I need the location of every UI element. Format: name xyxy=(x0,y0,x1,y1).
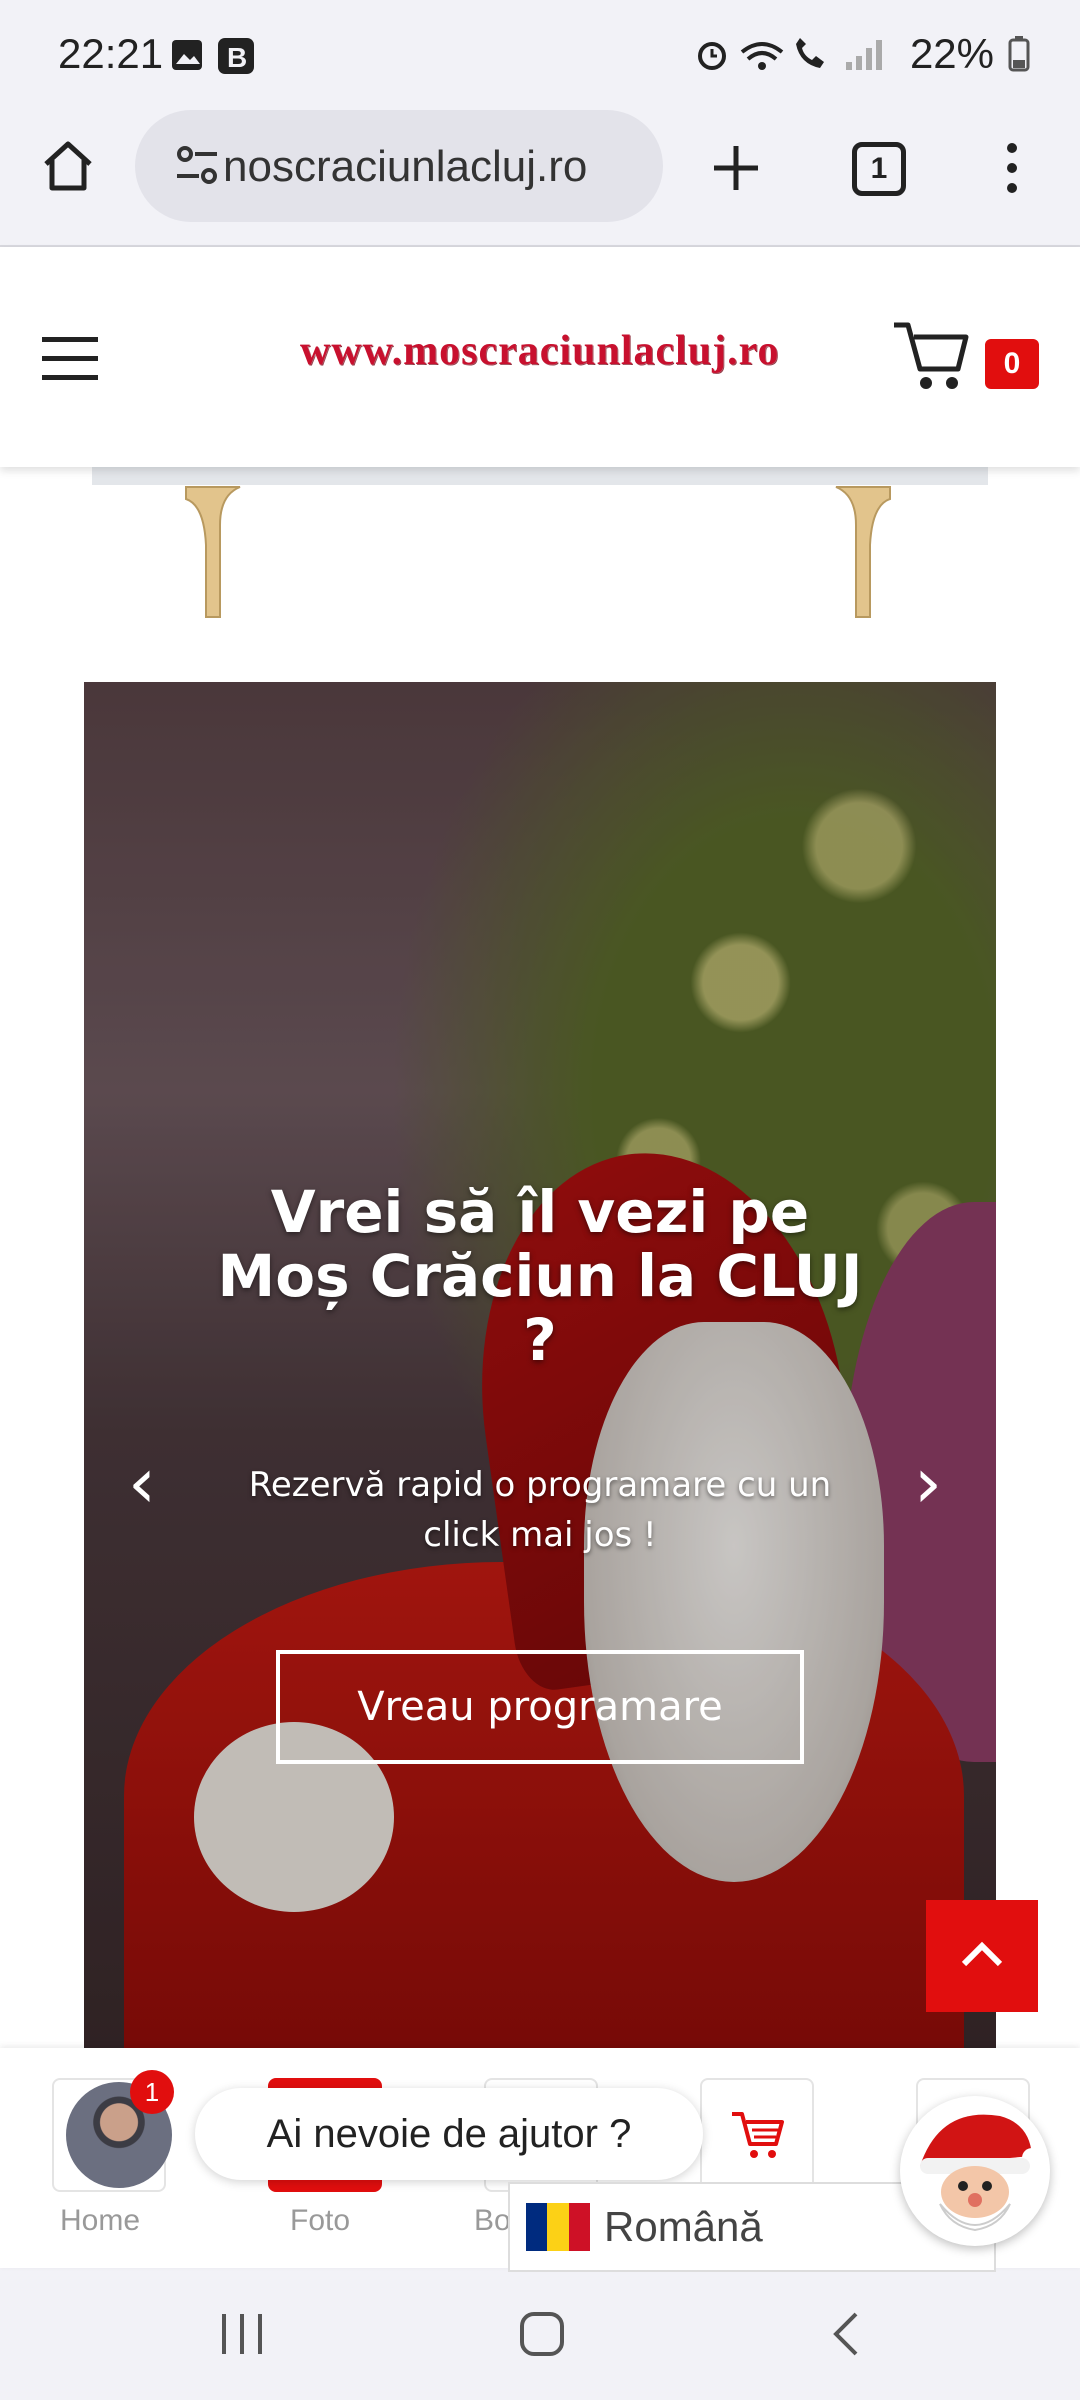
home-icon[interactable] xyxy=(40,138,96,194)
santa-face-icon xyxy=(920,2114,1042,2232)
hero-slider: Vrei să îl vezi pe Moș Crăciun la CLUJ ?… xyxy=(84,682,996,2048)
battery-icon xyxy=(1008,36,1030,72)
help-chat-bubble[interactable]: Ai nevoie de ajutor ? xyxy=(195,2088,703,2180)
book-appointment-button[interactable]: Vreau programare xyxy=(276,1650,804,1764)
home-button-icon[interactable] xyxy=(518,2310,566,2358)
svg-text:B: B xyxy=(227,42,247,73)
hamburger-menu-icon[interactable] xyxy=(40,335,100,383)
site-logo[interactable]: www.moscraciunlacluj.ro xyxy=(300,327,780,375)
wifi-call-icon xyxy=(795,38,824,68)
site-header: www.moscraciunlacluj.ro 0 xyxy=(0,247,1080,467)
chevron-up-icon xyxy=(961,1941,1003,1967)
nav-tile-shop[interactable] xyxy=(700,2078,814,2192)
santa-chat-widget[interactable] xyxy=(900,2096,1050,2246)
image-icon xyxy=(172,40,202,70)
bottom-navigation: 1 Home Foto Bo Ai nevoie de ajutor ? Rom… xyxy=(0,2048,1080,2272)
cart-icon[interactable] xyxy=(892,317,970,393)
recent-apps-icon[interactable] xyxy=(218,2312,266,2356)
battery-level: 22% xyxy=(909,30,994,77)
scroll-to-top-button[interactable] xyxy=(926,1900,1038,2012)
status-bar: 22:21 B 22% xyxy=(0,0,1080,110)
nav-label-foto[interactable]: Foto xyxy=(290,2204,350,2238)
address-bar[interactable]: noscraciunlacluj.ro xyxy=(135,110,663,222)
nav-label-home[interactable]: Home xyxy=(60,2204,140,2238)
browser-toolbar: noscraciunlacluj.ro 1 xyxy=(0,110,1080,247)
status-left-icons: B xyxy=(172,38,254,74)
shelf-bracket-right xyxy=(835,486,891,618)
status-right: 22% xyxy=(696,30,1030,78)
signal-icon xyxy=(845,40,882,70)
notification-badge: 1 xyxy=(130,2070,174,2114)
status-right-icons xyxy=(697,38,882,70)
alarm-icon xyxy=(697,42,726,70)
shelf-bracket-left xyxy=(185,486,241,618)
cart-count-badge[interactable]: 0 xyxy=(985,339,1039,389)
system-navigation-bar xyxy=(0,2268,1080,2400)
new-tab-icon[interactable] xyxy=(708,140,764,196)
hero-subtitle: Rezervă rapid o programare cu un click m… xyxy=(248,1465,832,1555)
more-menu-icon[interactable] xyxy=(1000,140,1024,196)
url-text: noscraciunlacluj.ro xyxy=(223,142,588,191)
hero-title: Vrei să îl vezi pe Moș Crăciun la CLUJ ? xyxy=(217,1178,863,1374)
wifi-icon xyxy=(740,42,784,70)
slider-next-arrow[interactable]: › xyxy=(914,1442,942,1524)
b-icon: B xyxy=(218,38,254,74)
tab-switcher-button[interactable]: 1 xyxy=(852,142,906,196)
back-button-icon[interactable] xyxy=(826,2310,866,2358)
romania-flag-icon xyxy=(526,2203,590,2251)
slider-prev-arrow[interactable]: ‹ xyxy=(128,1442,156,1524)
shelf-board xyxy=(92,467,988,485)
shopping-cart-icon xyxy=(732,2112,784,2158)
nav-label-bo[interactable]: Bo xyxy=(474,2204,511,2238)
status-time: 22:21 xyxy=(58,30,164,77)
language-label: Română xyxy=(604,2203,763,2250)
site-settings-icon[interactable] xyxy=(175,144,221,188)
